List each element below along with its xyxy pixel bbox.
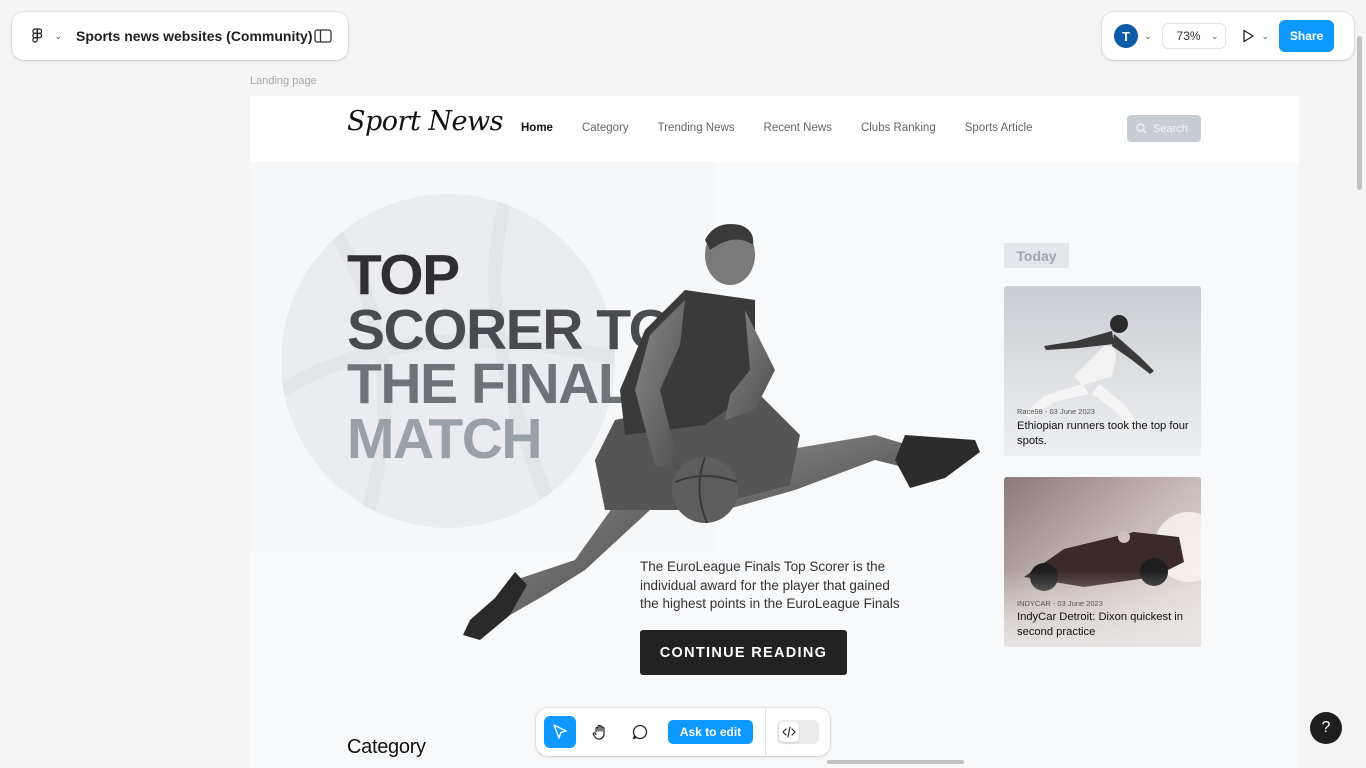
chevron-down-icon: ⌄ (54, 30, 62, 41)
chevron-down-icon: ⌄ (1211, 30, 1219, 41)
sidebar-icon (314, 29, 332, 43)
card-title: Ethiopian runners took the top four spot… (1017, 420, 1189, 447)
chevron-down-icon: ⌄ (1261, 30, 1270, 41)
continue-reading-button[interactable]: CONTINUE READING (640, 630, 847, 675)
chevron-down-icon[interactable]: ⌄ (1144, 31, 1152, 42)
zoom-dropdown[interactable]: 73% ⌄ (1161, 23, 1226, 49)
frame-label[interactable]: Landing page (250, 75, 317, 87)
code-icon (779, 722, 799, 742)
bottom-toolbar: Ask to edit (536, 708, 830, 756)
nav-link-sports-article[interactable]: Sports Article (965, 122, 1033, 134)
help-button[interactable]: ? (1310, 712, 1342, 744)
today-label: Today (1004, 243, 1069, 268)
sidebar-toggle-button[interactable] (312, 25, 334, 47)
news-card[interactable]: INDYCAR - 03 June 2023 IndyCar Detroit: … (1004, 477, 1201, 647)
nav-link-home[interactable]: Home (521, 122, 553, 134)
share-button[interactable]: Share (1279, 20, 1335, 52)
vertical-scrollbar[interactable] (1357, 36, 1362, 190)
landing-page-frame[interactable]: Sport News Home Category Trending News R… (250, 96, 1299, 768)
main-menu-button[interactable]: ⌄ (32, 27, 62, 45)
file-title[interactable]: Sports news websites (Community) (76, 28, 312, 44)
horizontal-scrollbar[interactable] (827, 760, 964, 764)
figma-logo-icon (32, 28, 43, 43)
card-title: IndyCar Detroit: Dixon quickest in secon… (1017, 611, 1184, 638)
search-icon (1136, 123, 1147, 134)
card-meta: INDYCAR - 03 June 2023 (1017, 599, 1103, 608)
category-heading: Category (347, 736, 426, 758)
file-panel: ⌄ Sports news websites (Community) (12, 12, 348, 60)
hand-tool-button[interactable] (584, 716, 616, 748)
site-nav: Home Category Trending News Recent News … (521, 122, 1032, 134)
site-header: Sport News Home Category Trending News R… (250, 96, 1299, 162)
hand-icon (592, 724, 605, 740)
site-logo[interactable]: Sport News (347, 106, 503, 137)
toolbar-right: T ⌄ 73% ⌄ ⌄ Share (1102, 12, 1354, 60)
comment-icon (632, 724, 648, 740)
card-meta: Race98 - 03 June 2023 (1017, 407, 1095, 416)
nav-link-trending-news[interactable]: Trending News (658, 122, 735, 134)
news-card[interactable]: Race98 - 03 June 2023 Ethiopian runners … (1004, 286, 1201, 456)
avatar[interactable]: T (1114, 24, 1138, 48)
cursor-icon (553, 724, 567, 739)
nav-link-category[interactable]: Category (582, 122, 629, 134)
ask-to-edit-button[interactable]: Ask to edit (668, 720, 753, 744)
toolbar-divider (765, 708, 766, 756)
zoom-level: 73% (1176, 29, 1201, 43)
play-icon (1242, 29, 1254, 43)
comment-tool-button[interactable] (624, 716, 656, 748)
move-tool-button[interactable] (544, 716, 576, 748)
search-button[interactable]: Search (1127, 115, 1201, 142)
nav-link-clubs-ranking[interactable]: Clubs Ranking (861, 122, 936, 134)
hero-blurb: The EuroLeague Finals Top Scorer is the … (640, 559, 900, 611)
present-button[interactable]: ⌄ (1240, 28, 1270, 44)
nav-link-recent-news[interactable]: Recent News (764, 122, 832, 134)
dev-mode-toggle[interactable] (777, 720, 819, 744)
search-label: Search (1153, 122, 1188, 135)
